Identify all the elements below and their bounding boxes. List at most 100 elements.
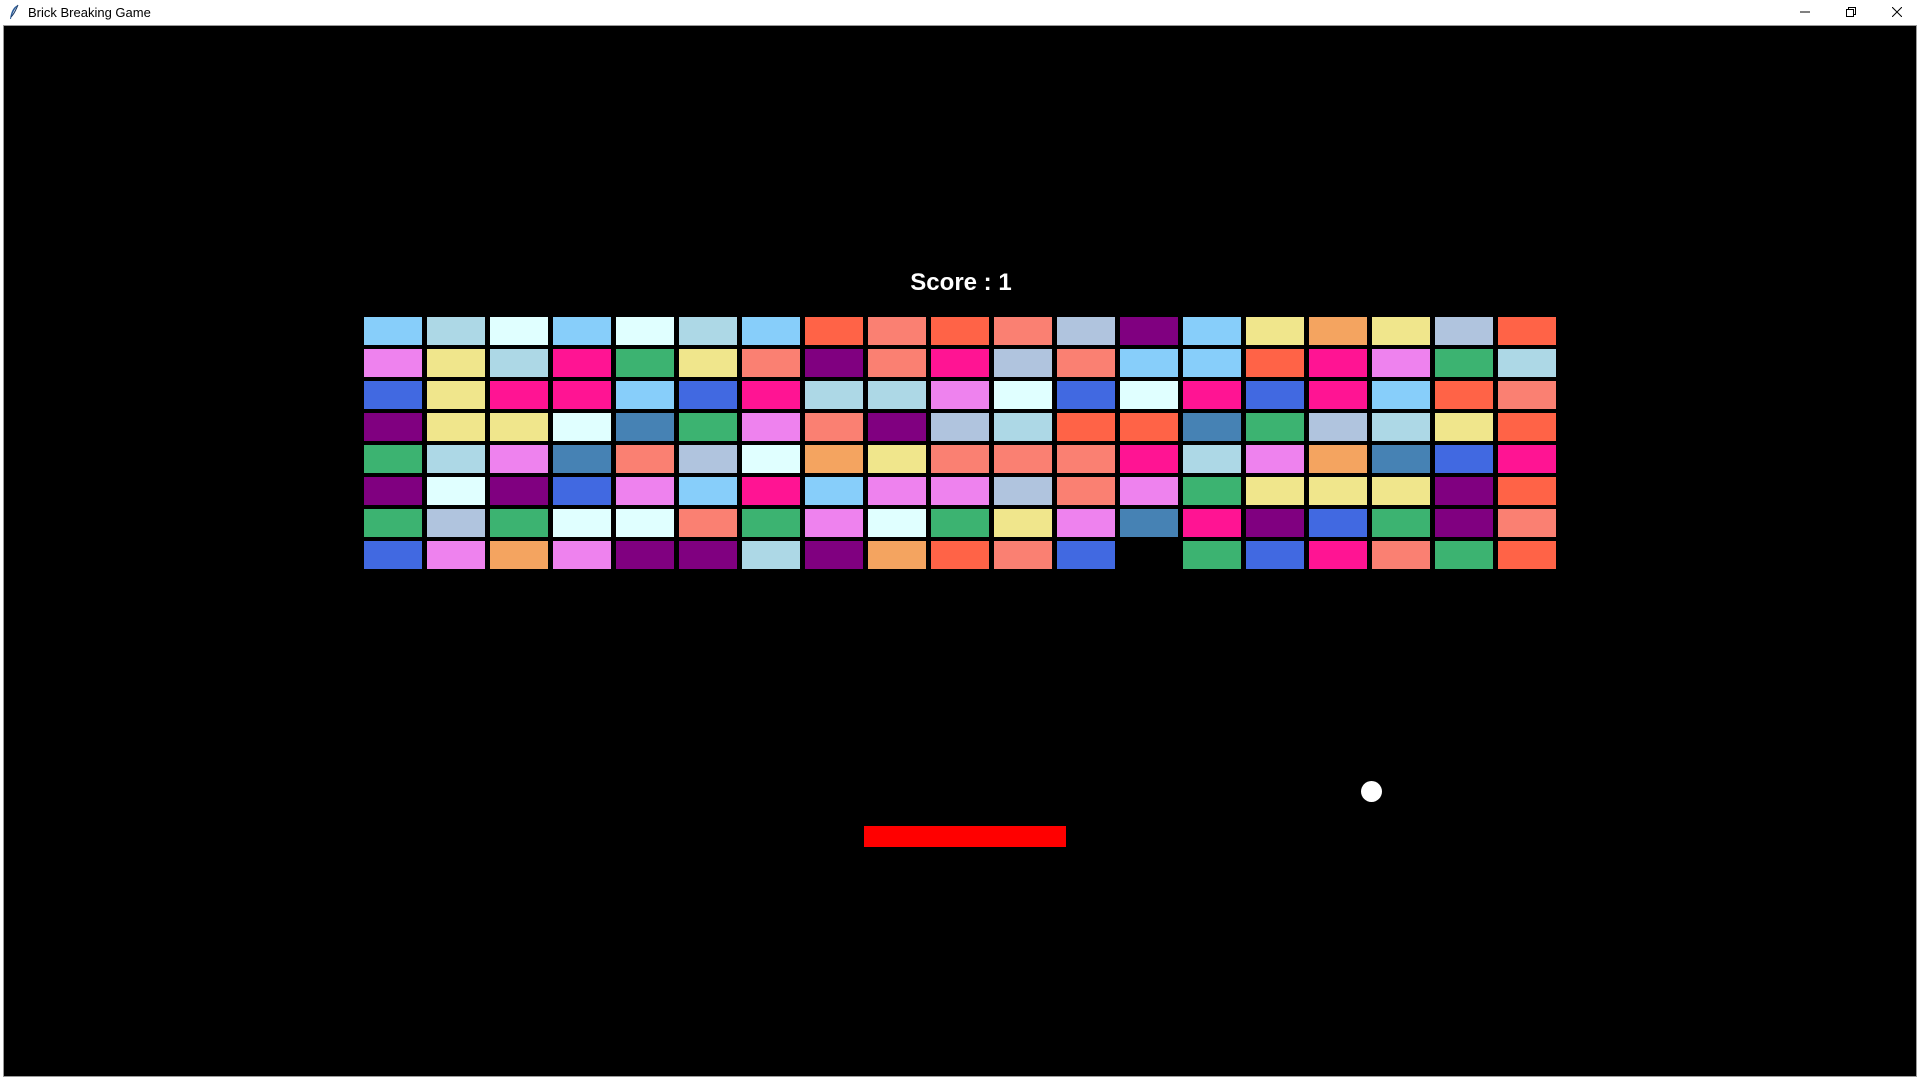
brick bbox=[552, 316, 612, 346]
brick bbox=[1182, 508, 1242, 538]
brick bbox=[489, 348, 549, 378]
brick bbox=[930, 508, 990, 538]
brick bbox=[741, 508, 801, 538]
brick bbox=[1182, 444, 1242, 474]
brick bbox=[552, 380, 612, 410]
brick bbox=[615, 412, 675, 442]
brick bbox=[1434, 508, 1494, 538]
brick bbox=[1245, 412, 1305, 442]
brick bbox=[363, 380, 423, 410]
brick bbox=[1497, 444, 1557, 474]
brick bbox=[804, 348, 864, 378]
minimize-icon bbox=[1800, 11, 1810, 13]
brick bbox=[678, 380, 738, 410]
brick bbox=[552, 476, 612, 506]
brick bbox=[1056, 476, 1116, 506]
window-controls bbox=[1782, 0, 1920, 24]
brick bbox=[930, 380, 990, 410]
brick bbox=[1119, 316, 1179, 346]
brick bbox=[678, 412, 738, 442]
brick bbox=[1308, 476, 1368, 506]
restore-button[interactable] bbox=[1828, 0, 1874, 24]
brick bbox=[804, 508, 864, 538]
brick bbox=[615, 316, 675, 346]
brick bbox=[426, 316, 486, 346]
brick bbox=[1371, 476, 1431, 506]
brick bbox=[1245, 316, 1305, 346]
brick bbox=[930, 316, 990, 346]
game-canvas[interactable]: Score : 1 bbox=[3, 25, 1917, 1077]
brick bbox=[1119, 476, 1179, 506]
brick bbox=[615, 508, 675, 538]
brick bbox=[1371, 412, 1431, 442]
brick bbox=[867, 476, 927, 506]
brick bbox=[1056, 508, 1116, 538]
brick bbox=[1497, 316, 1557, 346]
brick bbox=[363, 508, 423, 538]
brick bbox=[489, 508, 549, 538]
brick bbox=[741, 444, 801, 474]
brick bbox=[678, 476, 738, 506]
brick bbox=[363, 540, 423, 570]
brick bbox=[993, 540, 1053, 570]
brick bbox=[930, 476, 990, 506]
brick bbox=[615, 348, 675, 378]
ball bbox=[1361, 781, 1382, 802]
restore-icon bbox=[1846, 7, 1856, 17]
brick bbox=[930, 540, 990, 570]
brick bbox=[930, 444, 990, 474]
brick bbox=[1308, 316, 1368, 346]
brick bbox=[867, 508, 927, 538]
brick bbox=[804, 540, 864, 570]
brick bbox=[1056, 540, 1116, 570]
app-window: Brick Breaking Game Score : 1 bbox=[0, 0, 1920, 1080]
brick bbox=[741, 380, 801, 410]
brick bbox=[993, 412, 1053, 442]
brick bbox=[615, 540, 675, 570]
brick bbox=[426, 508, 486, 538]
minimize-button[interactable] bbox=[1782, 0, 1828, 24]
brick bbox=[930, 348, 990, 378]
brick bbox=[1308, 444, 1368, 474]
brick bbox=[1434, 476, 1494, 506]
brick bbox=[489, 444, 549, 474]
brick bbox=[867, 348, 927, 378]
brick bbox=[1119, 348, 1179, 378]
brick bbox=[867, 380, 927, 410]
brick bbox=[867, 540, 927, 570]
brick bbox=[426, 412, 486, 442]
brick bbox=[1434, 412, 1494, 442]
brick bbox=[993, 444, 1053, 474]
brick bbox=[1434, 316, 1494, 346]
brick bbox=[741, 540, 801, 570]
paddle[interactable] bbox=[864, 826, 1066, 847]
feather-icon bbox=[6, 4, 22, 20]
title-bar[interactable]: Brick Breaking Game bbox=[0, 0, 1920, 24]
brick bbox=[741, 412, 801, 442]
brick bbox=[1434, 444, 1494, 474]
brick bbox=[552, 444, 612, 474]
brick bbox=[867, 412, 927, 442]
close-button[interactable] bbox=[1874, 0, 1920, 24]
brick bbox=[1371, 508, 1431, 538]
brick bbox=[1497, 508, 1557, 538]
brick bbox=[1497, 380, 1557, 410]
brick bbox=[489, 476, 549, 506]
brick bbox=[615, 380, 675, 410]
brick bbox=[552, 412, 612, 442]
brick bbox=[1119, 412, 1179, 442]
brick bbox=[1371, 444, 1431, 474]
brick bbox=[993, 316, 1053, 346]
brick bbox=[1308, 348, 1368, 378]
brick bbox=[426, 476, 486, 506]
brick bbox=[741, 348, 801, 378]
brick bbox=[930, 412, 990, 442]
brick bbox=[1371, 316, 1431, 346]
brick bbox=[741, 476, 801, 506]
brick bbox=[1497, 540, 1557, 570]
brick bbox=[1119, 444, 1179, 474]
brick bbox=[552, 508, 612, 538]
brick bbox=[1245, 380, 1305, 410]
brick bbox=[363, 476, 423, 506]
brick bbox=[1182, 348, 1242, 378]
